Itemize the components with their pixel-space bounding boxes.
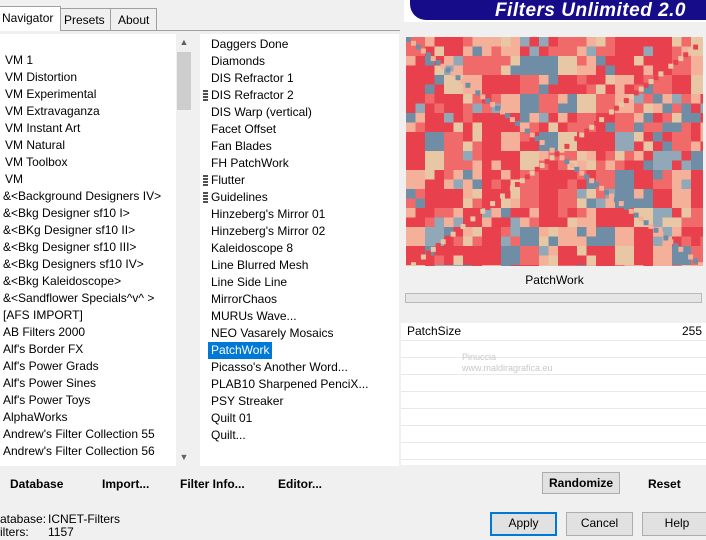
category-item[interactable]: &<Bkg Kaleidoscope> [3,273,121,290]
category-item[interactable]: Alf's Power Sines [3,375,96,392]
param-row [401,374,706,392]
filters-count-value: 1157 [48,525,74,539]
category-item[interactable]: &<Bkg Designers sf10 IV> [3,256,144,273]
group-marker-icon [203,192,208,203]
progress-bar [405,293,702,303]
filter-item[interactable]: Line Blurred Mesh [211,257,308,274]
tab-navigator[interactable]: Navigator [0,6,62,31]
reset-button[interactable]: Reset [648,476,681,492]
category-item[interactable]: VM Distortion [5,69,77,86]
category-item[interactable]: VM Natural [5,137,65,154]
category-item[interactable]: VM Toolbox [5,154,67,171]
param-row [401,442,706,460]
help-button[interactable]: Help [642,512,706,536]
category-item[interactable]: [AFS IMPORT] [3,307,83,324]
param-name: PatchSize [407,324,462,338]
filter-item[interactable]: MURUs Wave... [211,308,297,325]
group-marker-icon [203,90,208,101]
category-item[interactable]: VM [5,171,23,188]
database-label: atabase: [0,512,47,526]
filter-item[interactable]: Quilt... [211,427,246,444]
tab-presets[interactable]: Presets [56,8,113,30]
preview-filter-name: PatchWork [525,273,584,287]
filter-item[interactable]: Guidelines [211,189,268,206]
category-scrollbar[interactable]: ▲ ▼ [176,34,192,466]
category-item[interactable]: Andrew's Filter Collection 56 [3,443,155,460]
category-item[interactable]: &<Bkg Designer sf10 I> [3,205,130,222]
filter-item[interactable]: Facet Offset [211,121,276,138]
filters-count-label: ilters: [0,525,29,539]
filter-item[interactable]: DIS Refractor 2 [211,87,294,104]
filter-item[interactable]: DIS Warp (vertical) [211,104,312,121]
category-list[interactable]: VM 1 VM Distortion VM Experimental VM Extra… [0,34,176,466]
category-item[interactable]: VM Instant Art [5,120,80,137]
category-item[interactable]: Alf's Power Grads [3,358,99,375]
scroll-down-icon[interactable]: ▼ [176,449,192,466]
param-row [401,425,706,443]
watermark: Pinuccia www.maldiragrafica.eu [462,352,553,373]
category-item[interactable]: VM Extravaganza [5,103,100,120]
filter-list[interactable]: Daggers Done Diamonds DIS Refractor 1 DIS R… [200,34,399,466]
filter-item[interactable]: PatchWork [208,342,273,359]
category-item[interactable]: VM 1 [5,52,33,69]
filter-item[interactable]: Diamonds [211,53,265,70]
filter-item[interactable]: Hinzeberg's Mirror 01 [211,206,325,223]
category-item[interactable]: &<Background Designers IV> [3,188,161,205]
filter-item[interactable]: Kaleidoscope 8 [211,240,293,257]
filter-item[interactable]: PLAB10 Sharpened PenciX... [211,376,368,393]
category-item[interactable]: AlphaWorks [3,409,67,426]
randomize-button[interactable]: Randomize [542,472,620,494]
param-row [401,357,706,375]
param-value[interactable]: 255 [682,324,702,338]
filter-item[interactable]: MirrorChaos [211,291,277,308]
cancel-button[interactable]: Cancel [566,512,633,536]
filter-item[interactable]: Line Side Line [211,274,287,291]
filter-item[interactable]: DIS Refractor 1 [211,70,294,87]
preview-image [406,37,703,266]
database-button[interactable]: Database [10,476,63,492]
category-item[interactable]: &<Bkg Designer sf10 III> [3,239,136,256]
filter-item[interactable]: Fan Blades [211,138,272,155]
param-row [401,340,706,358]
category-item[interactable]: &<BKg Designer sf10 II> [3,222,135,239]
filter-item[interactable]: PSY Streaker [211,393,283,410]
scroll-up-icon[interactable]: ▲ [176,34,192,51]
app-title: Filters Unlimited 2.0 [494,0,686,21]
parameter-list: PatchSize 255 [401,323,706,465]
category-item[interactable]: Andrew's Filter Collection 55 [3,426,155,443]
apply-button[interactable]: Apply [490,512,557,536]
filter-info-button[interactable]: Filter Info... [180,476,245,492]
category-item[interactable]: AB Filters 2000 [3,324,85,341]
filter-item[interactable]: Picasso's Another Word... [211,359,348,376]
filter-item[interactable]: NEO Vasarely Mosaics [211,325,333,342]
group-marker-icon [203,175,208,186]
import-button[interactable]: Import... [102,476,149,492]
editor-button[interactable]: Editor... [278,476,322,492]
param-row[interactable]: PatchSize 255 [401,323,706,341]
filter-item[interactable]: FH PatchWork [211,155,289,172]
category-item[interactable]: Alf's Power Toys [3,392,90,409]
category-item[interactable]: VM Experimental [5,86,96,103]
database-value: ICNET-Filters [48,512,120,526]
app-banner: Filters Unlimited 2.0 [404,0,706,22]
tab-about[interactable]: About [110,8,158,30]
param-row [401,391,706,409]
filter-item[interactable]: Daggers Done [211,36,288,53]
category-item[interactable]: &<Sandflower Specials^v^ > [3,290,154,307]
scroll-thumb[interactable] [177,52,191,110]
filter-item[interactable]: Flutter [211,172,245,189]
filter-item[interactable]: Quilt 01 [211,410,252,427]
category-item[interactable]: Alf's Border FX [3,341,83,358]
filter-item[interactable]: Hinzeberg's Mirror 02 [211,223,325,240]
param-row [401,408,706,426]
